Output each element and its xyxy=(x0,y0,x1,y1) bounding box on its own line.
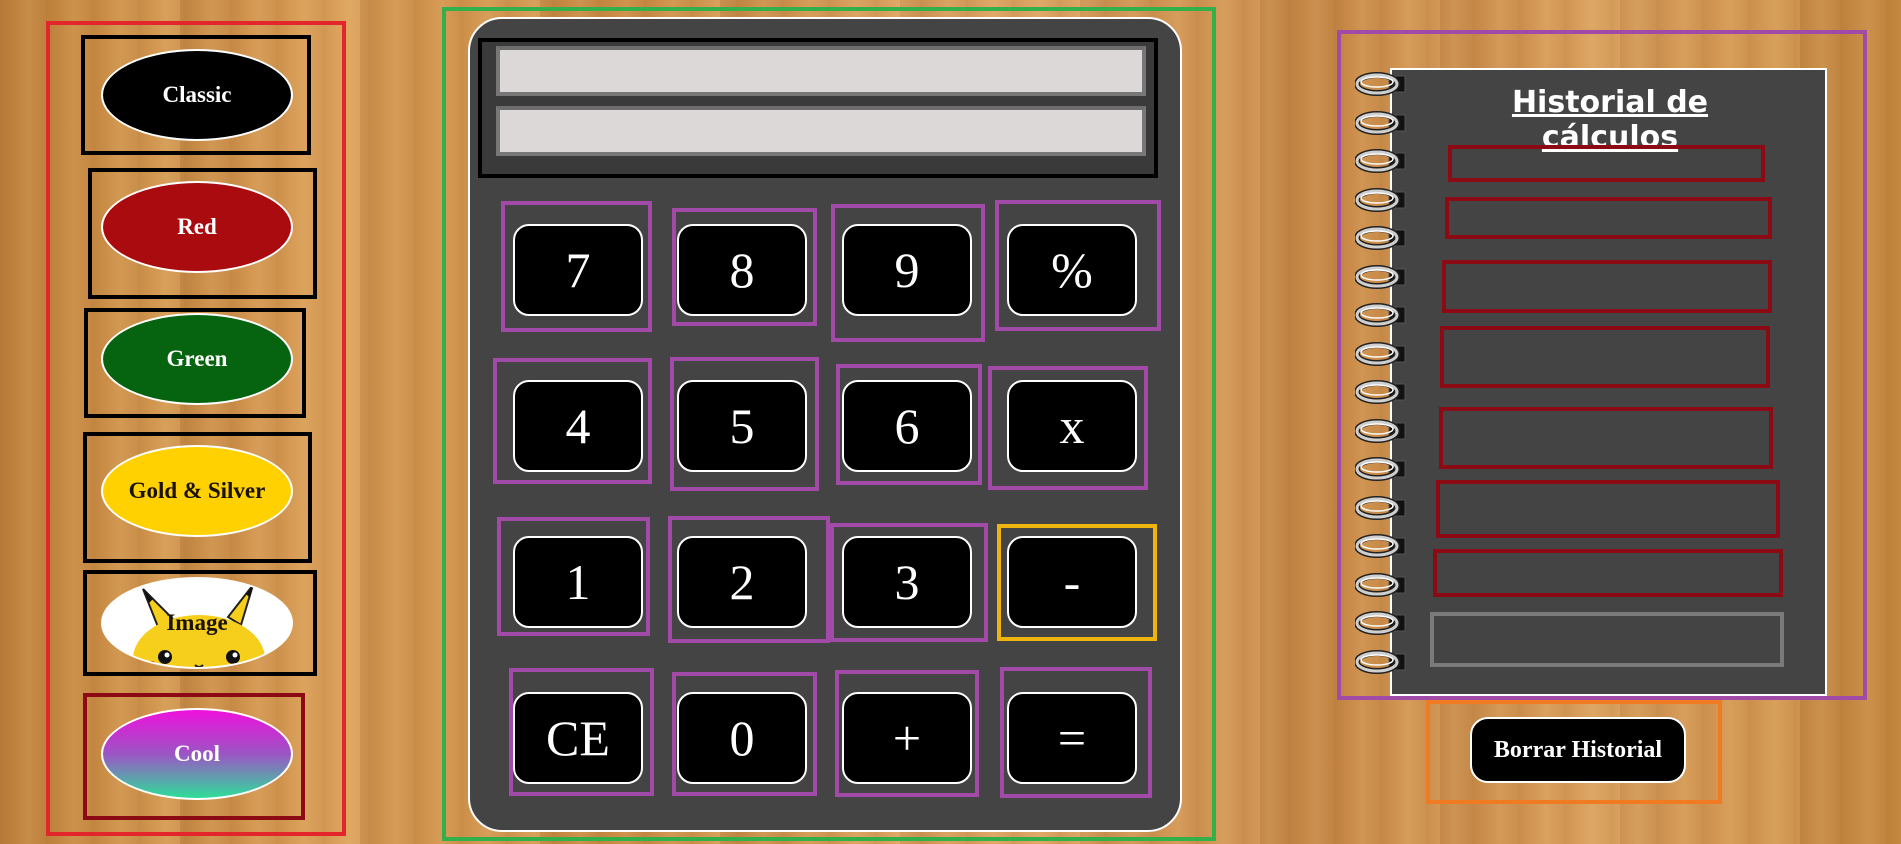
key-4[interactable]: 4 xyxy=(513,380,643,472)
theme-cool-button[interactable]: Cool xyxy=(101,708,293,800)
spiral-ring-icon xyxy=(1355,380,1406,404)
history-entry xyxy=(1439,407,1773,469)
spiral-ring-icon xyxy=(1355,495,1406,520)
spiral-ring-icon xyxy=(1355,110,1406,135)
history-entry xyxy=(1442,260,1772,313)
theme-cool-label: Cool xyxy=(174,741,220,766)
theme-image-label: Image xyxy=(166,610,228,635)
key-0[interactable]: 0 xyxy=(677,692,807,784)
spiral-ring-icon xyxy=(1355,649,1406,674)
theme-image-button[interactable]: Image xyxy=(101,577,293,669)
theme-red-button[interactable]: Red xyxy=(101,181,293,273)
history-entry xyxy=(1430,612,1784,667)
theme-gold-silver-button[interactable]: Gold & Silver xyxy=(101,445,293,537)
key-equals[interactable]: = xyxy=(1007,692,1137,784)
spiral-ring-icon xyxy=(1355,457,1406,481)
theme-classic-label: Classic xyxy=(162,82,232,107)
key-8[interactable]: 8 xyxy=(677,224,807,316)
key-minus[interactable]: - xyxy=(1007,536,1137,628)
history-title: Historial de cálculos xyxy=(1511,85,1709,155)
key-percent[interactable]: % xyxy=(1007,224,1137,316)
spiral-ring-icon xyxy=(1355,187,1406,212)
key-clear[interactable]: CE xyxy=(513,692,643,784)
theme-gold-silver-label: Gold & Silver xyxy=(128,478,266,503)
notebook-spiral xyxy=(1355,68,1435,698)
spiral-ring-icon xyxy=(1355,303,1406,327)
spiral-ring-icon xyxy=(1355,572,1406,597)
clear-history-button[interactable]: Borrar Historial xyxy=(1470,717,1686,783)
key-1[interactable]: 1 xyxy=(513,536,643,628)
theme-green-label: Green xyxy=(166,346,228,371)
theme-green-button[interactable]: Green xyxy=(101,313,293,405)
key-2[interactable]: 2 xyxy=(677,536,807,628)
history-entry xyxy=(1448,145,1765,182)
display-result xyxy=(496,106,1146,156)
display-panel xyxy=(478,38,1158,178)
key-plus[interactable]: + xyxy=(842,692,972,784)
spiral-ring-icon xyxy=(1355,264,1406,289)
theme-red-label: Red xyxy=(177,214,217,239)
spiral-ring-icon xyxy=(1355,72,1406,96)
theme-classic-button[interactable]: Classic xyxy=(101,49,293,141)
spiral-ring-icon xyxy=(1355,149,1406,173)
display-expression xyxy=(496,46,1146,96)
spiral-ring-icon xyxy=(1355,226,1406,250)
spiral-ring-icon xyxy=(1355,418,1406,443)
key-9[interactable]: 9 xyxy=(842,224,972,316)
history-entry xyxy=(1433,549,1783,597)
key-multiply[interactable]: x xyxy=(1007,380,1137,472)
key-5[interactable]: 5 xyxy=(677,380,807,472)
key-3[interactable]: 3 xyxy=(842,536,972,628)
key-7[interactable]: 7 xyxy=(513,224,643,316)
history-entry xyxy=(1436,480,1780,538)
key-6[interactable]: 6 xyxy=(842,380,972,472)
history-entry xyxy=(1440,326,1770,388)
spiral-ring-icon xyxy=(1355,611,1406,635)
spiral-ring-icon xyxy=(1355,534,1406,558)
history-entry xyxy=(1445,197,1772,239)
spiral-ring-icon xyxy=(1355,341,1406,366)
